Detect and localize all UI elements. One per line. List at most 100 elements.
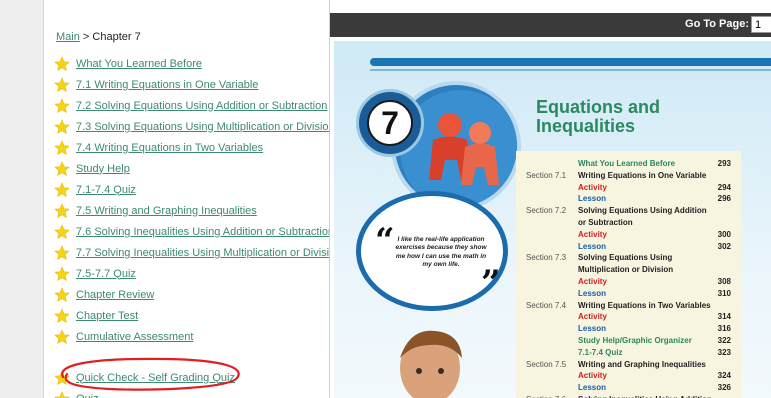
toc-page-number: 316 bbox=[717, 324, 731, 334]
toc-entry: Lesson bbox=[578, 194, 607, 204]
toc-row: Activity 314 bbox=[516, 312, 741, 324]
star-icon bbox=[54, 181, 70, 197]
toc-page-number: 296 bbox=[717, 194, 731, 204]
chapter-nav-item[interactable]: 7.1 Writing Equations in One Variable bbox=[54, 74, 329, 95]
toc-section: Section 7.2 bbox=[526, 206, 567, 216]
toc-entry: Activity bbox=[578, 371, 607, 381]
chapter-nav-item[interactable]: 7.4 Writing Equations in Two Variables bbox=[54, 137, 329, 158]
toc-section: Section 7.5 bbox=[526, 359, 567, 369]
chapter-nav-link[interactable]: 7.7 Solving Inequalities Using Multiplic… bbox=[76, 247, 329, 259]
chapter-nav-list: What You Learned Before 7.1 Writing Equat… bbox=[54, 53, 329, 398]
chapter-nav-item[interactable]: Quick Check - Self Grading Quiz bbox=[54, 367, 329, 388]
toc-row: Section 7.3 Solving Equations Using bbox=[516, 253, 741, 265]
chapter-nav-item[interactable]: Chapter Review bbox=[54, 284, 329, 305]
chapter-nav-item[interactable]: 7.7 Solving Inequalities Using Multiplic… bbox=[54, 242, 329, 263]
toc-row: Lesson 302 bbox=[516, 242, 741, 254]
page-viewer: Go To Page: 7 “ I like the real-life app… bbox=[330, 0, 771, 398]
chapter-number-badge: 7 bbox=[356, 89, 424, 157]
chapter-nav-item[interactable]: Quiz bbox=[54, 388, 329, 398]
chapter-nav-link[interactable]: Chapter Review bbox=[76, 289, 154, 301]
toc-entry: Activity bbox=[578, 182, 607, 192]
toc-row: Section 7.1 Writing Equations in One Vari… bbox=[516, 171, 741, 183]
chapter-nav-link[interactable]: 7.4 Writing Equations in Two Variables bbox=[76, 142, 263, 154]
chapter-title-line2: Inequalities bbox=[536, 115, 636, 136]
table-of-contents: What You Learned Before 293 Section 7.1 Wri… bbox=[516, 151, 741, 398]
toc-row: What You Learned Before 293 bbox=[516, 159, 741, 171]
toc-section: Section 7.4 bbox=[526, 300, 567, 310]
chapter-nav-item[interactable]: 7.5-7.7 Quiz bbox=[54, 263, 329, 284]
breadcrumb: Main > Chapter 7 bbox=[56, 31, 141, 43]
toc-page-number: 293 bbox=[717, 159, 731, 168]
chapter-nav-item[interactable]: Study Help bbox=[54, 158, 329, 179]
chapter-nav-link[interactable]: 7.1-7.4 Quiz bbox=[76, 184, 136, 196]
star-icon bbox=[54, 328, 70, 344]
toc-page-number: 322 bbox=[717, 336, 731, 345]
chapter-nav-link[interactable]: 7.5-7.7 Quiz bbox=[76, 268, 136, 280]
toc-row: Section 7.5 Writing and Graphing Inequali… bbox=[516, 360, 741, 372]
textbook-page: 7 “ I like the real-life application exe… bbox=[334, 41, 771, 398]
toc-section: Section 7.1 bbox=[526, 170, 567, 180]
chapter-nav-link[interactable]: 7.6 Solving Inequalities Using Addition … bbox=[76, 226, 329, 238]
header-bar bbox=[370, 58, 771, 66]
star-icon bbox=[54, 97, 70, 113]
chapter-nav-link[interactable]: What You Learned Before bbox=[76, 58, 202, 70]
chapter-number: 7 bbox=[367, 100, 413, 146]
chapter-nav-link[interactable]: Chapter Test bbox=[76, 310, 138, 322]
toc-row: Section 7.2 Solving Equations Using Addit… bbox=[516, 206, 741, 218]
toc-row: Multiplication or Division bbox=[516, 265, 741, 277]
star-icon bbox=[54, 265, 70, 281]
star-icon bbox=[54, 118, 70, 134]
student-photo bbox=[400, 330, 462, 398]
chapter-nav-link[interactable]: 7.1 Writing Equations in One Variable bbox=[76, 79, 258, 91]
toc-page-number: 300 bbox=[717, 229, 731, 239]
chapter-nav-link[interactable]: Quiz bbox=[76, 393, 99, 398]
chapter-nav-item[interactable]: What You Learned Before bbox=[54, 53, 329, 74]
toc-entry: Activity bbox=[578, 277, 607, 286]
chapter-nav-item[interactable]: Cumulative Assessment bbox=[54, 326, 329, 347]
toc-page-number: 323 bbox=[717, 347, 731, 357]
star-icon bbox=[54, 76, 70, 92]
toc-entry: Study Help/Graphic Organizer bbox=[578, 336, 692, 345]
toc-entry: Lesson bbox=[578, 241, 607, 251]
header-rule bbox=[370, 69, 771, 71]
toc-page-number: 310 bbox=[717, 288, 731, 298]
toc-row: Study Help/Graphic Organizer 322 bbox=[516, 336, 741, 348]
left-gutter bbox=[0, 0, 44, 398]
toc-entry: Writing Equations in Two Variables bbox=[578, 300, 711, 310]
goto-page-input[interactable] bbox=[751, 16, 771, 33]
star-icon bbox=[54, 55, 70, 71]
breadcrumb-main-link[interactable]: Main bbox=[56, 31, 80, 43]
chapter-nav-link[interactable]: 7.3 Solving Equations Using Multiplicati… bbox=[76, 121, 329, 133]
chapter-nav-link[interactable]: Study Help bbox=[76, 163, 130, 175]
viewer-toolbar: Go To Page: bbox=[330, 13, 771, 37]
star-icon bbox=[54, 244, 70, 260]
toc-entry: or Subtraction bbox=[578, 218, 633, 227]
chapter-nav-item[interactable]: 7.6 Solving Inequalities Using Addition … bbox=[54, 221, 329, 242]
toc-entry: 7.1-7.4 Quiz bbox=[578, 347, 623, 357]
toc-row: Activity 324 bbox=[516, 371, 741, 383]
star-icon bbox=[54, 286, 70, 302]
chapter-nav-item[interactable]: 7.3 Solving Equations Using Multiplicati… bbox=[54, 116, 329, 137]
toc-entry: Activity bbox=[578, 312, 607, 322]
toc-entry: Writing Equations in One Variable bbox=[578, 170, 707, 180]
toc-page-number: 294 bbox=[717, 182, 731, 192]
chapter-nav-link[interactable]: 7.5 Writing and Graphing Inequalities bbox=[76, 205, 257, 217]
toc-page-number: 302 bbox=[717, 241, 731, 251]
toc-row: or Subtraction bbox=[516, 218, 741, 230]
chapter-nav-item[interactable]: 7.2 Solving Equations Using Addition or … bbox=[54, 95, 329, 116]
chapter-nav-item[interactable]: Chapter Test bbox=[54, 305, 329, 326]
star-icon bbox=[54, 139, 70, 155]
chapter-nav-link[interactable]: Quick Check - Self Grading Quiz bbox=[76, 372, 235, 384]
chapter-nav-item[interactable]: 7.1-7.4 Quiz bbox=[54, 179, 329, 200]
toc-row: Activity 300 bbox=[516, 230, 741, 242]
toc-row: 7.1-7.4 Quiz 323 bbox=[516, 348, 741, 360]
star-icon bbox=[54, 160, 70, 176]
toc-row: Lesson 310 bbox=[516, 289, 741, 301]
toc-page-number: 326 bbox=[717, 383, 731, 393]
star-icon bbox=[54, 390, 70, 398]
toc-row: Section 7.4 Writing Equations in Two Vari… bbox=[516, 301, 741, 313]
student-quote-bubble: “ I like the real-life application exerc… bbox=[356, 191, 508, 311]
chapter-nav-link[interactable]: Cumulative Assessment bbox=[76, 331, 193, 343]
chapter-nav-link[interactable]: 7.2 Solving Equations Using Addition or … bbox=[76, 100, 327, 112]
chapter-nav-item[interactable]: 7.5 Writing and Graphing Inequalities bbox=[54, 200, 329, 221]
